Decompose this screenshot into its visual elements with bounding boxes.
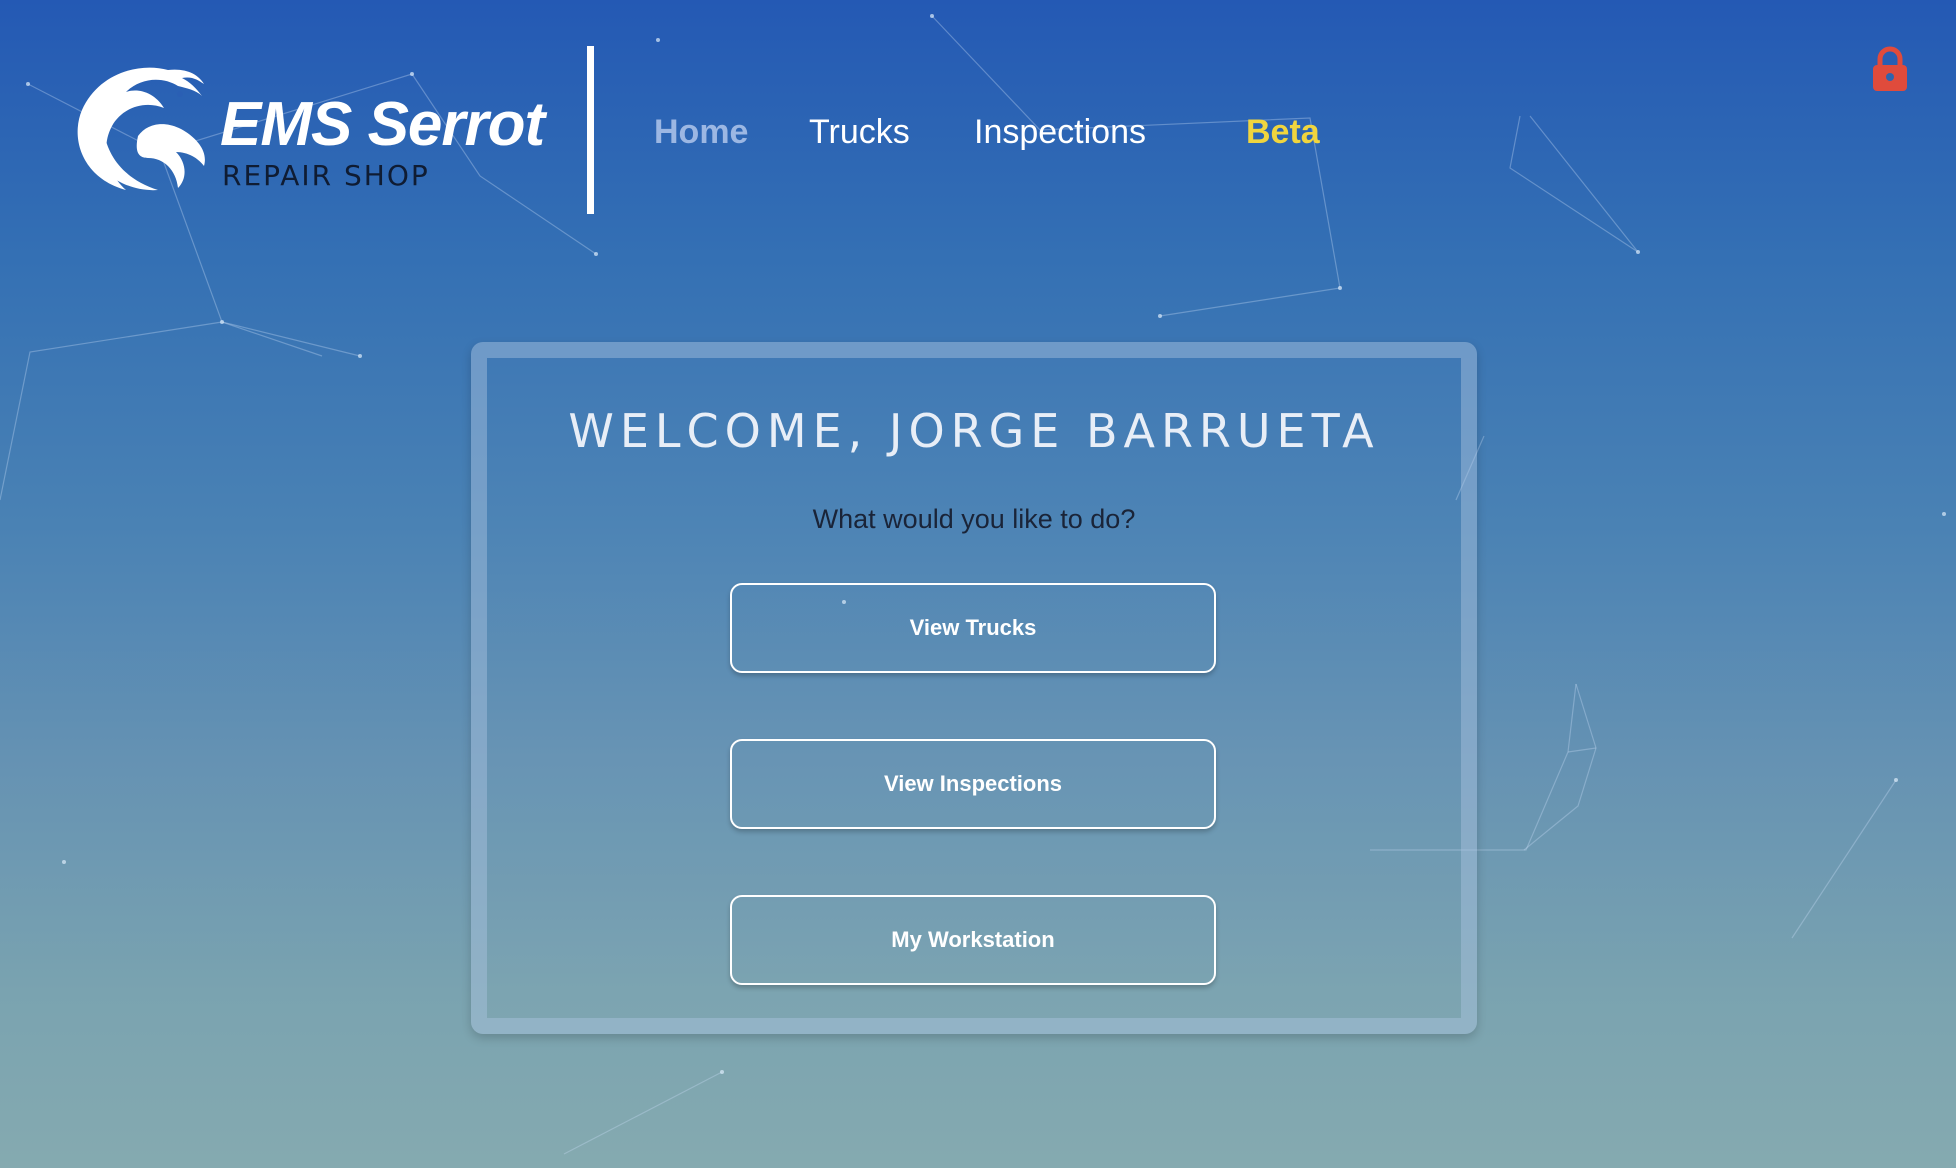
nav-inspections-link[interactable]: Inspections	[974, 112, 1146, 152]
welcome-prompt: What would you like to do?	[812, 504, 1136, 534]
view-inspections-button[interactable]: View Inspections	[730, 739, 1216, 829]
lock-icon[interactable]	[1872, 46, 1908, 92]
nav-trucks-link[interactable]: Trucks	[809, 112, 910, 152]
welcome-card: Welcome, Jorge Barrueta What would you l…	[471, 342, 1477, 1034]
nav-beta-link[interactable]: Beta	[1246, 112, 1320, 152]
header-divider	[587, 46, 594, 214]
view-trucks-button[interactable]: View Trucks	[730, 583, 1216, 673]
dragon-logo-icon	[77, 67, 205, 191]
welcome-title: Welcome, Jorge Barrueta	[568, 404, 1380, 458]
brand-subtitle: REPAIR SHOP	[222, 159, 430, 192]
nav-home-link[interactable]: Home	[654, 112, 748, 152]
brand-title: EMS Serrot	[220, 90, 545, 159]
brand-logo[interactable]: EMS Serrot REPAIR SHOP	[68, 62, 545, 202]
my-workstation-button[interactable]: My Workstation	[730, 895, 1216, 985]
